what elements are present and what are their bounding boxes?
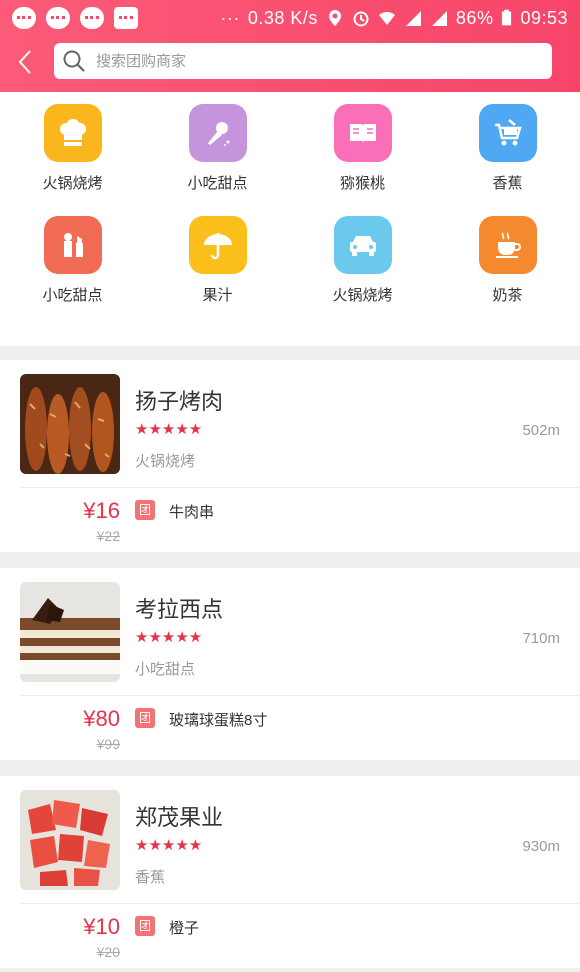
message-notification-icon	[80, 7, 104, 29]
group-buy-badge: 团	[135, 708, 155, 728]
deal-title[interactable]: 橙子	[169, 917, 199, 938]
divider	[20, 903, 580, 904]
alarm-icon	[353, 11, 369, 27]
search-input[interactable]	[96, 52, 516, 70]
book-icon	[333, 104, 392, 162]
shop-distance: 502m	[522, 422, 560, 439]
message-notification-icon	[46, 7, 70, 29]
rating-stars: ★★★★★	[135, 629, 203, 646]
group-buy-badge: 团	[135, 916, 155, 936]
wifi-icon	[378, 11, 395, 25]
search-box[interactable]	[54, 43, 552, 79]
deal-price: ¥16	[83, 498, 120, 523]
search-icon	[63, 50, 85, 72]
back-button[interactable]	[0, 40, 50, 84]
car-icon	[333, 216, 392, 274]
category-grid: 火锅烧烤 小吃甜点 猕猴桃 香蕉 小吃甜点 果汁 火锅烧烤 奶茶	[0, 92, 580, 346]
shop-distance: 710m	[522, 630, 560, 647]
chevron-left-icon	[18, 50, 31, 74]
original-price: ¥22	[96, 528, 120, 544]
signal-icon	[431, 11, 447, 26]
shop-card[interactable]: 郑茂果业 ★★★★★ 930m 香蕉 ¥10 ¥20 团 橙子	[0, 776, 580, 968]
deal-title[interactable]: 牛肉串	[169, 501, 214, 522]
shop-category: 香蕉	[135, 869, 166, 886]
signal-icon	[405, 11, 421, 26]
chef-hat-icon	[43, 104, 102, 162]
deal-price: ¥80	[83, 706, 120, 731]
category-label: 火锅烧烤	[42, 175, 103, 192]
divider	[20, 695, 580, 696]
category-item[interactable]: 猕猴桃	[290, 104, 435, 193]
nav-row	[0, 40, 580, 84]
shop-name: 郑茂果业	[135, 805, 224, 830]
shop-name: 扬子烤肉	[135, 389, 224, 414]
category-label: 火锅烧烤	[332, 287, 393, 304]
cosmetics-icon	[43, 216, 102, 274]
original-price: ¥99	[96, 736, 120, 752]
rating-stars: ★★★★★	[135, 421, 203, 438]
group-buy-badge: 团	[135, 500, 155, 520]
shop-thumbnail	[20, 374, 120, 474]
clock: 09:53	[520, 7, 568, 28]
microphone-icon	[188, 104, 247, 162]
category-label: 奶茶	[492, 287, 523, 304]
shop-thumbnail	[20, 582, 120, 682]
shop-distance: 930m	[522, 838, 560, 855]
header-bar: ··· 0.38 K/s 86% 09:53	[0, 0, 580, 92]
shop-card[interactable]: 考拉西点 ★★★★★ 710m 小吃甜点 ¥80 ¥99 团 玻璃球蛋糕8寸	[0, 568, 580, 760]
divider	[20, 487, 580, 488]
shop-thumbnail	[20, 790, 120, 890]
app-notification-icon	[114, 7, 138, 29]
shop-name: 考拉西点	[135, 597, 224, 622]
deal-title[interactable]: 玻璃球蛋糕8寸	[169, 709, 267, 730]
shop-category: 小吃甜点	[135, 661, 196, 678]
battery-icon	[502, 9, 512, 26]
message-notification-icon	[12, 7, 36, 29]
category-item[interactable]: 火锅烧烤	[290, 216, 435, 305]
category-label: 猕猴桃	[339, 175, 385, 192]
shop-category: 火锅烧烤	[135, 453, 196, 470]
category-item[interactable]: 奶茶	[435, 216, 580, 305]
network-speed: 0.38 K/s	[247, 7, 318, 28]
category-label: 果汁	[202, 287, 233, 304]
category-item[interactable]: 小吃甜点	[0, 216, 145, 305]
category-item[interactable]: 香蕉	[435, 104, 580, 193]
status-dots: ···	[220, 7, 240, 28]
shopping-cart-icon	[478, 104, 537, 162]
category-label: 香蕉	[492, 175, 523, 192]
status-bar: ··· 0.38 K/s 86% 09:53	[0, 0, 580, 36]
original-price: ¥20	[96, 944, 120, 960]
category-label: 小吃甜点	[187, 175, 248, 192]
coffee-cup-icon	[478, 216, 537, 274]
umbrella-icon	[188, 216, 247, 274]
deal-price: ¥10	[83, 914, 120, 939]
category-item[interactable]: 小吃甜点	[145, 104, 290, 193]
shop-card[interactable]: 扬子烤肉 ★★★★★ 502m 火锅烧烤 ¥16 ¥22 团 牛肉串	[0, 360, 580, 552]
battery-percent: 86%	[455, 7, 494, 28]
category-item[interactable]: 火锅烧烤	[0, 104, 145, 193]
location-icon	[328, 10, 341, 26]
rating-stars: ★★★★★	[135, 837, 203, 854]
category-item[interactable]: 果汁	[145, 216, 290, 305]
category-label: 小吃甜点	[42, 287, 103, 304]
